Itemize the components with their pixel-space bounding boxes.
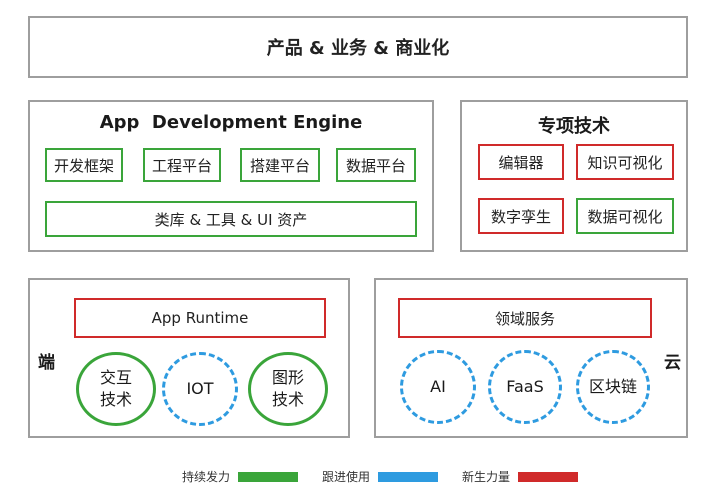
engine-title: App Development Engine: [99, 112, 363, 133]
legend-item-follow: 跟进使用: [322, 468, 439, 485]
client-circle-interaction-label: 交互 技术: [99, 368, 132, 409]
legend-label-follow: 跟进使用: [322, 470, 371, 484]
engine-module-build-platform: 搭建平台: [240, 148, 320, 182]
cloud-circle-blockchain-label: 区块链: [588, 377, 637, 396]
client-circle-graphics: 图形 技术: [248, 352, 328, 426]
client-circle-iot-label: IOT: [186, 379, 214, 398]
engine-library-bar: 类库 & 工具 & UI 资产: [45, 201, 417, 237]
engine-panel: App Development Engine 开发框架 工程平台 搭建平台 数据…: [28, 100, 434, 252]
cloud-side-label: 云: [664, 353, 681, 373]
cloud-circle-ai: AI: [400, 350, 476, 424]
engine-module-data-platform: 数据平台: [336, 148, 416, 182]
cloud-service-bar: 领域服务: [398, 298, 652, 338]
special-item-data-vis: 数据可视化: [576, 198, 674, 234]
legend-swatch-red: [518, 471, 579, 482]
top-banner: 产品 & 业务 & 商业化: [28, 16, 688, 78]
engine-module-engineering-platform: 工程平台: [143, 148, 221, 182]
special-item-digital-twin: 数字孪生: [478, 198, 564, 234]
cloud-circle-ai-label: AI: [430, 377, 446, 396]
special-panel: 专项技术 编辑器 知识可视化 数字孪生 数据可视化: [460, 100, 688, 252]
cloud-circle-blockchain: 区块链: [576, 350, 650, 424]
special-title: 专项技术: [538, 116, 610, 137]
client-side-label: 端: [38, 353, 55, 373]
cloud-circle-faas: FaaS: [488, 350, 562, 424]
cloud-circle-faas-label: FaaS: [506, 377, 544, 396]
client-circle-graphics-label: 图形 技术: [271, 368, 304, 409]
special-item-editor: 编辑器: [478, 144, 564, 180]
legend-swatch-blue: [378, 471, 439, 482]
legend-item-sustained: 持续发力: [182, 468, 299, 485]
special-item-knowledge-vis: 知识可视化: [576, 144, 674, 180]
legend-label-emerging: 新生力量: [462, 470, 511, 484]
client-runtime-bar: App Runtime: [74, 298, 326, 338]
top-banner-title: 产品 & 业务 & 商业化: [30, 18, 686, 76]
client-circle-iot: IOT: [162, 352, 238, 426]
client-circle-interaction: 交互 技术: [76, 352, 156, 426]
engine-module-dev-framework: 开发框架: [45, 148, 123, 182]
legend-item-emerging: 新生力量: [462, 468, 579, 485]
legend-swatch-green: [238, 471, 299, 482]
legend-label-sustained: 持续发力: [182, 470, 231, 484]
